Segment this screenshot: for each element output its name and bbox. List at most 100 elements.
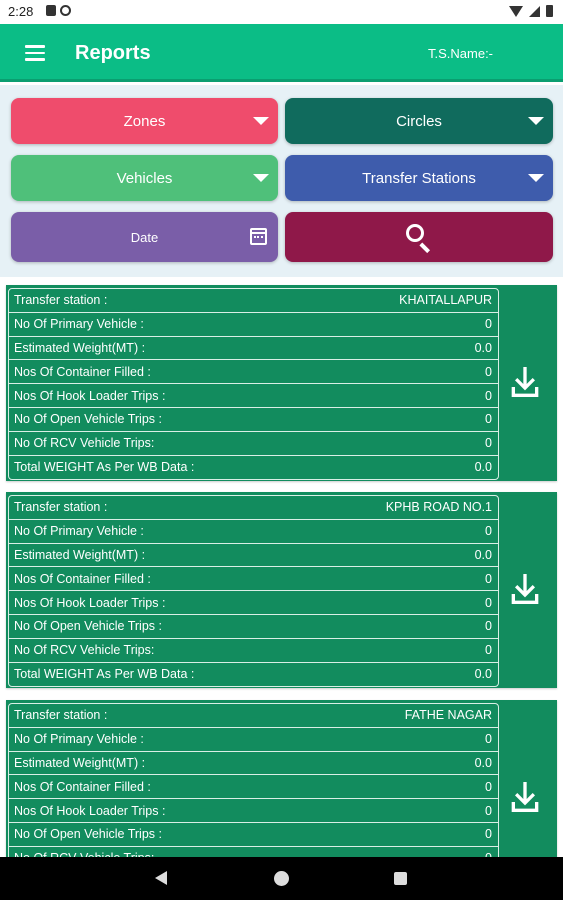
report-list[interactable]: Transfer station : KHAITALLAPUR No Of Prim… — [0, 277, 563, 857]
date-label: Date — [130, 229, 159, 245]
system-icons — [509, 5, 553, 17]
report-row: Nos Of Hook Loader Trips : 0 — [9, 591, 498, 615]
battery-icon — [546, 5, 553, 17]
report-row-label: Total WEIGHT As Per WB Data : — [14, 460, 195, 475]
report-row-label: No Of Primary Vehicle : — [14, 317, 144, 332]
report-row: Estimated Weight(MT) : 0.0 — [9, 544, 498, 568]
report-row-value: FATHE NAGAR — [404, 708, 492, 723]
back-icon[interactable] — [155, 871, 167, 885]
report-row-label: Transfer station : — [14, 293, 108, 308]
report-row: Total WEIGHT As Per WB Data : 0.0 — [9, 663, 498, 687]
filter-panel: Zones Circles Vehicles Transfer Stations… — [0, 85, 563, 277]
download-icon[interactable] — [505, 776, 545, 818]
report-row-value: 0 — [485, 524, 492, 539]
report-row: Total WEIGHT As Per WB Data : 0.0 — [9, 456, 498, 480]
report-row-value: 0 — [485, 643, 492, 658]
report-row: Transfer station : KPHB ROAD NO.1 — [9, 496, 498, 520]
dropdown-icon — [253, 174, 269, 182]
report-row-value: 0 — [485, 619, 492, 634]
zones-dropdown[interactable]: Zones — [11, 98, 278, 144]
report-row-value: 0 — [485, 827, 492, 842]
search-icon — [406, 224, 432, 253]
report-card: Transfer station : KHAITALLAPUR No Of Prim… — [6, 285, 557, 481]
report-row-label: Estimated Weight(MT) : — [14, 755, 146, 770]
report-row-value: 0 — [485, 317, 492, 332]
report-row-value: 0.0 — [474, 340, 492, 355]
home-icon[interactable] — [274, 871, 289, 886]
vehicles-dropdown[interactable]: Vehicles — [11, 155, 278, 201]
notification-icons — [46, 5, 71, 16]
report-row: Transfer station : FATHE NAGAR — [9, 704, 498, 728]
report-row: No Of RCV Vehicle Trips: 0 — [9, 432, 498, 456]
report-row-label: Estimated Weight(MT) : — [14, 547, 146, 562]
report-card: Transfer station : KPHB ROAD NO.1 No Of Pr… — [6, 492, 557, 688]
report-row-label: Transfer station : — [14, 500, 108, 515]
report-row-value: 0 — [485, 412, 492, 427]
report-row-value: 0.0 — [474, 547, 492, 562]
report-row-label: No Of Primary Vehicle : — [14, 524, 144, 539]
dropdown-icon — [528, 117, 544, 125]
ts-name-label: T.S.Name:- — [428, 46, 494, 61]
report-row: No Of RCV Vehicle Trips:0 — [9, 847, 498, 857]
report-row: Nos Of Hook Loader Trips : 0 — [9, 384, 498, 408]
report-row-label: No Of RCV Vehicle Trips: — [14, 643, 155, 658]
recents-icon[interactable] — [394, 872, 407, 885]
sd-card-icon — [46, 5, 56, 16]
report-row: Nos Of Container Filled : 0 — [9, 360, 498, 385]
report-row-label: Nos Of Hook Loader Trips : — [14, 388, 166, 403]
date-picker[interactable]: Date — [11, 212, 278, 262]
report-row-label: Nos Of Container Filled : — [14, 779, 151, 794]
report-row: No Of Primary Vehicle : 0 — [9, 313, 498, 337]
app-bar: Reports T.S.Name:- — [0, 24, 563, 82]
report-row: No Of Open Vehicle Trips : 0 — [9, 615, 498, 639]
sync-icon — [60, 5, 71, 16]
dropdown-icon — [528, 174, 544, 182]
report-row-label: No Of Primary Vehicle : — [14, 732, 144, 747]
report-row: No Of Open Vehicle Trips : 0 — [9, 823, 498, 847]
transfer-stations-label: Transfer Stations — [362, 169, 476, 187]
report-row-label: Estimated Weight(MT) : — [14, 340, 146, 355]
report-row: Nos Of Container Filled : 0 — [9, 567, 498, 592]
status-bar: 2:28 — [0, 0, 563, 24]
search-button[interactable] — [285, 212, 553, 262]
status-time: 2:28 — [8, 4, 34, 19]
report-row-label: Nos Of Hook Loader Trips : — [14, 803, 166, 818]
calendar-icon — [250, 228, 267, 245]
report-row-value: 0 — [485, 436, 492, 451]
transfer-stations-dropdown[interactable]: Transfer Stations — [285, 155, 553, 201]
report-row: No Of Open Vehicle Trips : 0 — [9, 408, 498, 432]
report-row-value: 0 — [485, 388, 492, 403]
circles-dropdown[interactable]: Circles — [285, 98, 553, 144]
zones-label: Zones — [123, 112, 166, 130]
report-row-label: No Of RCV Vehicle Trips: — [14, 436, 155, 451]
report-row: Transfer station : KHAITALLAPUR — [9, 289, 498, 313]
report-row-label: Nos Of Container Filled : — [14, 571, 151, 586]
report-row: Estimated Weight(MT) : 0.0 — [9, 752, 498, 776]
report-row-value: 0 — [485, 595, 492, 610]
report-row-value: 0 — [485, 571, 492, 586]
report-row: Estimated Weight(MT) : 0.0 — [9, 337, 498, 361]
report-row: Nos Of Container Filled : 0 — [9, 775, 498, 800]
menu-icon[interactable] — [25, 45, 45, 61]
report-row-value: 0 — [485, 732, 492, 747]
report-row-value: 0.0 — [474, 667, 492, 682]
report-row-value: 0 — [485, 364, 492, 379]
report-row-value: 0.0 — [474, 460, 492, 475]
report-row-label: Transfer station : — [14, 708, 108, 723]
report-card: Transfer station : FATHE NAGAR No Of Prima… — [6, 700, 557, 857]
circles-label: Circles — [396, 112, 442, 130]
report-row-label: Nos Of Hook Loader Trips : — [14, 595, 166, 610]
report-row-label: No Of Open Vehicle Trips : — [14, 619, 162, 634]
download-icon[interactable] — [505, 568, 545, 610]
report-row: No Of Primary Vehicle : 0 — [9, 728, 498, 752]
download-icon[interactable] — [505, 361, 545, 403]
page-title: Reports — [75, 42, 151, 64]
wifi-icon — [509, 5, 523, 17]
report-row-value: 0 — [485, 803, 492, 818]
report-row: No Of Primary Vehicle : 0 — [9, 520, 498, 544]
dropdown-icon — [253, 117, 269, 125]
report-table: Transfer station : KPHB ROAD NO.1 No Of Pr… — [8, 495, 499, 688]
signal-icon — [529, 5, 540, 17]
report-row-value: 0.0 — [474, 755, 492, 770]
report-row-value: KHAITALLAPUR — [399, 293, 492, 308]
